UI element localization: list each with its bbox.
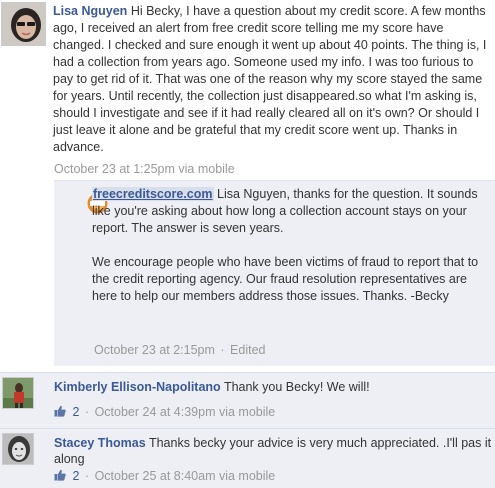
like-icon[interactable] [54,469,72,483]
profile-photo-icon [2,3,45,45]
reply-text-2: We encourage people who have been victim… [92,255,479,303]
main-post: Lisa Nguyen Hi Becky, I have a question … [0,0,495,370]
reply-body: freecreditscore.com Lisa Nguyen, thanks … [92,186,492,322]
reply-timestamp[interactable]: October 23 at 2:15pm [94,343,215,357]
separator: · [220,343,225,357]
profile-photo-icon [3,434,33,464]
like-icon[interactable] [54,405,72,419]
comment-meta: 2 · October 25 at 8:40am via mobile [54,468,275,484]
comment-body: Stacey Thomas Thanks becky your advice i… [54,435,494,467]
comment-body: Kimberly Ellison-Napolitano Thank you Be… [54,379,494,395]
like-count[interactable]: 2 [72,405,79,419]
post-timestamp[interactable]: October 23 at 1:25pm via mobile [54,162,235,176]
post-body: Lisa Nguyen Hi Becky, I have a question … [53,3,493,156]
comment-timestamp[interactable]: October 25 at 8:40am via mobile [95,469,276,483]
post-text: Hi Becky, I have a question about my cre… [53,4,487,154]
avatar[interactable] [2,433,34,465]
post-author[interactable]: Lisa Nguyen [53,4,127,18]
comment-kimberly: Kimberly Ellison-Napolitano Thank you Be… [0,372,495,428]
comment-author[interactable]: Kimberly Ellison-Napolitano [54,380,221,394]
separator: · [84,469,90,483]
post-meta: October 23 at 1:25pm via mobile [54,161,235,177]
comment-text: Thank you Becky! We will! [223,380,370,394]
avatar[interactable] [2,377,34,409]
comment-stacey: Stacey Thomas Thanks becky your advice i… [0,428,495,488]
avatar[interactable] [1,2,46,46]
separator: · [84,405,90,419]
reply-author[interactable]: freecreditscore.com [92,187,214,201]
edited-label[interactable]: Edited [230,343,265,357]
page-reply: freecreditscore.com Lisa Nguyen, thanks … [54,180,495,366]
comment-timestamp[interactable]: October 24 at 4:39pm via mobile [95,405,276,419]
reply-meta: October 23 at 2:15pm · Edited [94,342,266,358]
profile-photo-icon [3,378,33,408]
comment-meta: 2 · October 24 at 4:39pm via mobile [54,404,275,420]
like-count[interactable]: 2 [72,469,79,483]
comment-author[interactable]: Stacey Thomas [54,436,146,450]
